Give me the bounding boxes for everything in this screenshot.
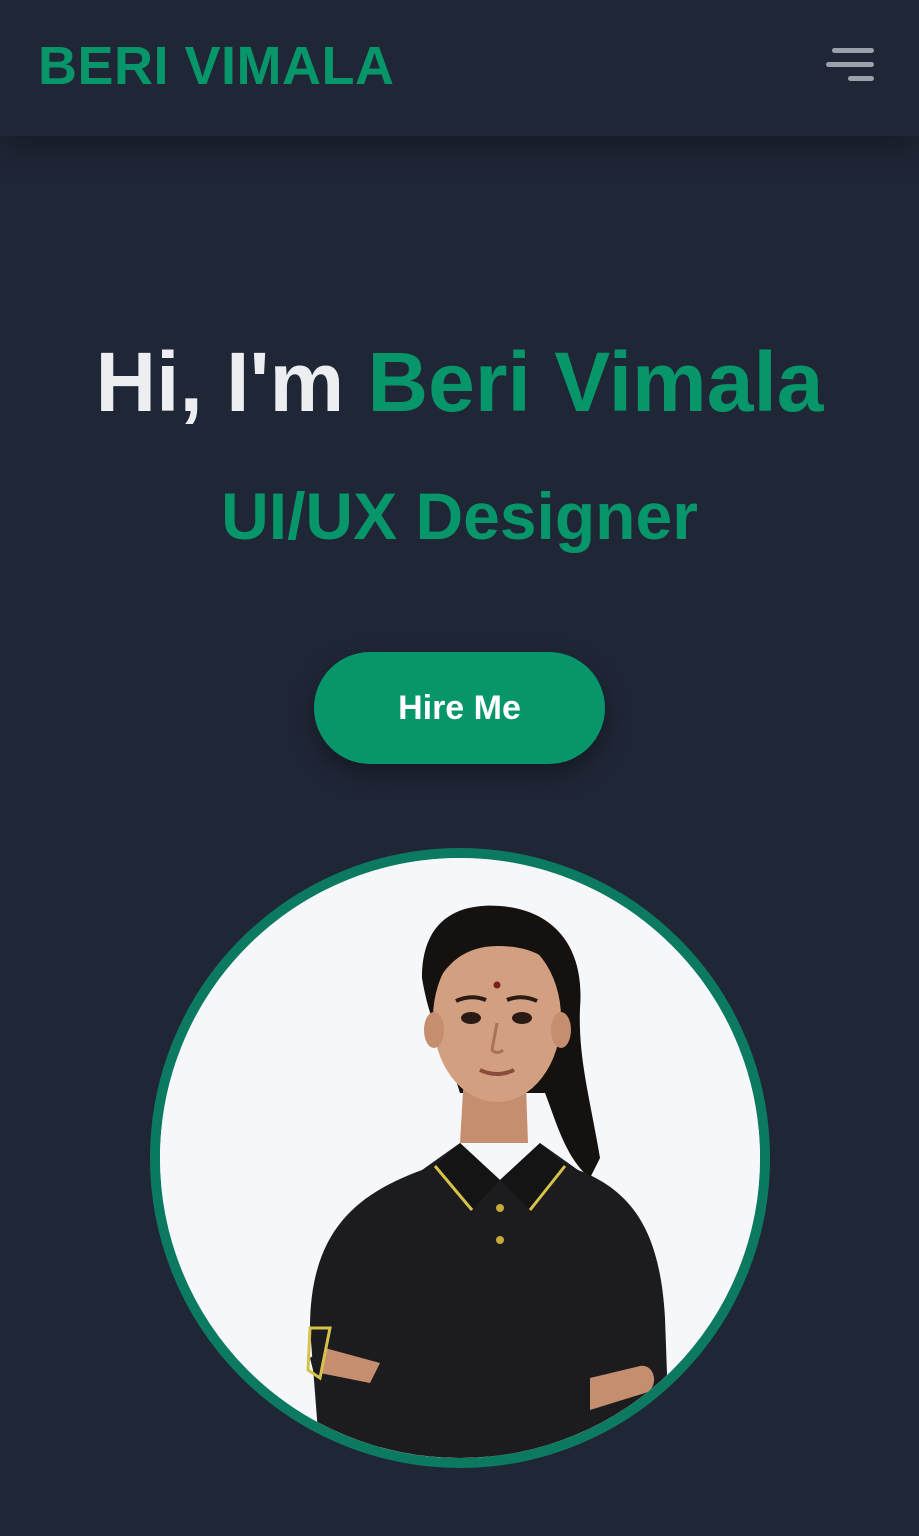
hamburger-menu-icon[interactable] [826, 44, 880, 86]
brand-logo-text[interactable]: BERI VIMALA [38, 36, 395, 96]
menu-line-top [832, 48, 874, 53]
hire-me-button[interactable]: Hire Me [314, 652, 605, 764]
hero-greeting: Hi, I'm [95, 335, 368, 429]
portfolio-page: BERI VIMALA Hi, I'm Beri Vimala UI/UX De… [0, 0, 919, 1536]
top-navbar: BERI VIMALA [0, 0, 919, 136]
profile-photo [150, 848, 770, 1468]
hero-name: Beri Vimala [367, 335, 824, 429]
menu-line-middle [826, 62, 874, 67]
profile-portrait-illustration [160, 858, 760, 1458]
hero-role: UI/UX Designer [221, 479, 698, 553]
hero-heading: Hi, I'm Beri Vimala [0, 336, 919, 428]
menu-line-bottom [848, 76, 874, 81]
